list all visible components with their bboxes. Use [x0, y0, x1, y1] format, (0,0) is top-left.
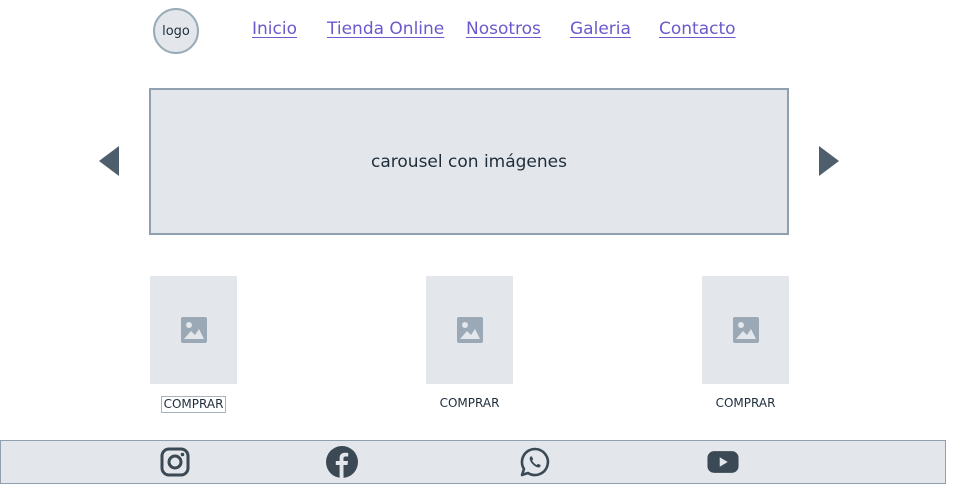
carousel-next-icon[interactable]: [819, 146, 839, 176]
image-placeholder-icon: [732, 317, 759, 343]
whatsapp-link[interactable]: [519, 446, 551, 478]
nav-link-galeria[interactable]: Galeria: [570, 19, 631, 39]
product-buy-wrap-1: COMPRAR: [150, 396, 237, 413]
nav-link-tienda-online[interactable]: Tienda Online: [327, 19, 444, 39]
youtube-icon: [707, 451, 739, 473]
logo-text: logo: [162, 23, 190, 39]
buy-button[interactable]: COMPRAR: [438, 396, 502, 411]
product-buy-wrap-3: COMPRAR: [702, 396, 789, 411]
product-image-3[interactable]: [702, 276, 789, 384]
facebook-link[interactable]: [326, 446, 358, 478]
image-carousel[interactable]: carousel con imágenes: [149, 88, 789, 235]
nav-link-inicio[interactable]: Inicio: [252, 19, 297, 39]
image-placeholder-icon: [180, 317, 207, 343]
carousel-prev-icon[interactable]: [99, 146, 119, 176]
instagram-icon: [160, 447, 190, 477]
image-placeholder-icon: [456, 317, 483, 343]
product-image-2[interactable]: [426, 276, 513, 384]
instagram-link[interactable]: [159, 446, 191, 478]
youtube-link[interactable]: [707, 446, 739, 478]
nav-link-contacto[interactable]: Contacto: [659, 19, 736, 39]
logo[interactable]: logo: [153, 8, 199, 54]
buy-button[interactable]: COMPRAR: [714, 396, 778, 411]
carousel-label: carousel con imágenes: [371, 151, 567, 172]
facebook-icon: [326, 446, 358, 478]
product-image-1[interactable]: [150, 276, 237, 384]
whatsapp-icon: [520, 447, 550, 477]
footer: [0, 440, 946, 484]
nav-link-nosotros[interactable]: Nosotros: [466, 19, 541, 39]
buy-button[interactable]: COMPRAR: [160, 396, 227, 413]
product-buy-wrap-2: COMPRAR: [426, 396, 513, 411]
